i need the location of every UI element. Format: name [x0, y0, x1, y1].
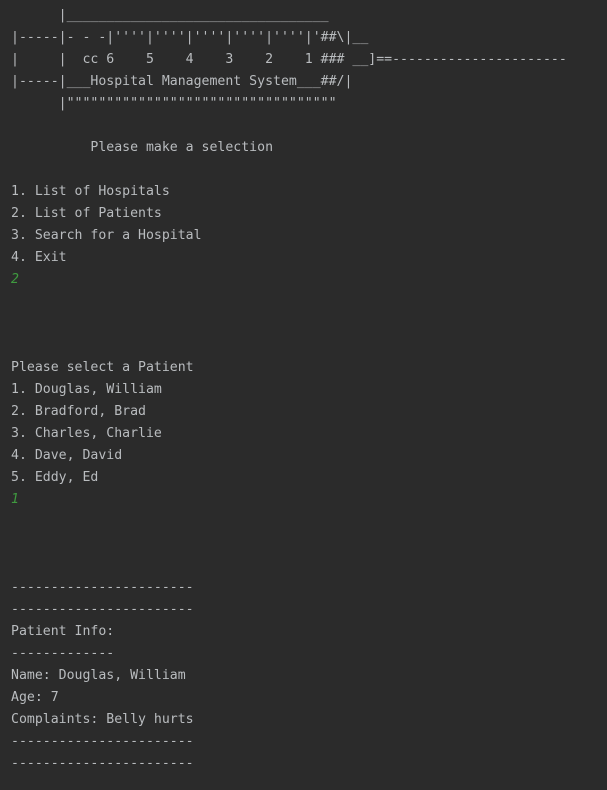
console-line: -----------------------: [11, 602, 194, 617]
console-line: 3. Search for a Hospital: [11, 228, 202, 243]
console-line: Age: 7: [11, 690, 59, 705]
console-line: Complaints: Belly hurts: [11, 712, 194, 727]
console-line: -----------------------: [11, 756, 194, 771]
console-line: 2. Bradford, Brad: [11, 404, 146, 419]
user-input-line: 2: [11, 272, 19, 287]
console-line: Please make a selection: [11, 140, 274, 155]
console-line: 1. Douglas, William: [11, 382, 162, 397]
console-line: 4. Dave, David: [11, 448, 123, 463]
console-line: -------------: [11, 646, 115, 661]
console-line: |-----|- - -|''''|''''|''''|''''|''''|'#…: [11, 30, 369, 45]
console-line: 2. List of Patients: [11, 206, 162, 221]
console-line: |_________________________________: [11, 8, 329, 23]
console-line: | | cc 6 5 4 3 2 1 ### __]==------------…: [11, 52, 567, 67]
console-line: Patient Info:: [11, 624, 115, 639]
console-line: 4. Exit: [11, 250, 67, 265]
console-line: -----------------------: [11, 734, 194, 749]
console-line: -----------------------: [11, 580, 194, 595]
console-line: 1. List of Hospitals: [11, 184, 170, 199]
console-line: |"""""""""""""""""""""""""""""""""": [11, 96, 337, 111]
console-line: 3. Charles, Charlie: [11, 426, 162, 441]
console-line: 5. Eddy, Ed: [11, 470, 99, 485]
console-output[interactable]: |_________________________________ |-----…: [11, 5, 607, 775]
user-input-line: 1: [11, 492, 19, 507]
console-line: |-----|___Hospital Management System___#…: [11, 74, 353, 89]
console-line: Please select a Patient: [11, 360, 194, 375]
console-line: Name: Douglas, William: [11, 668, 186, 683]
